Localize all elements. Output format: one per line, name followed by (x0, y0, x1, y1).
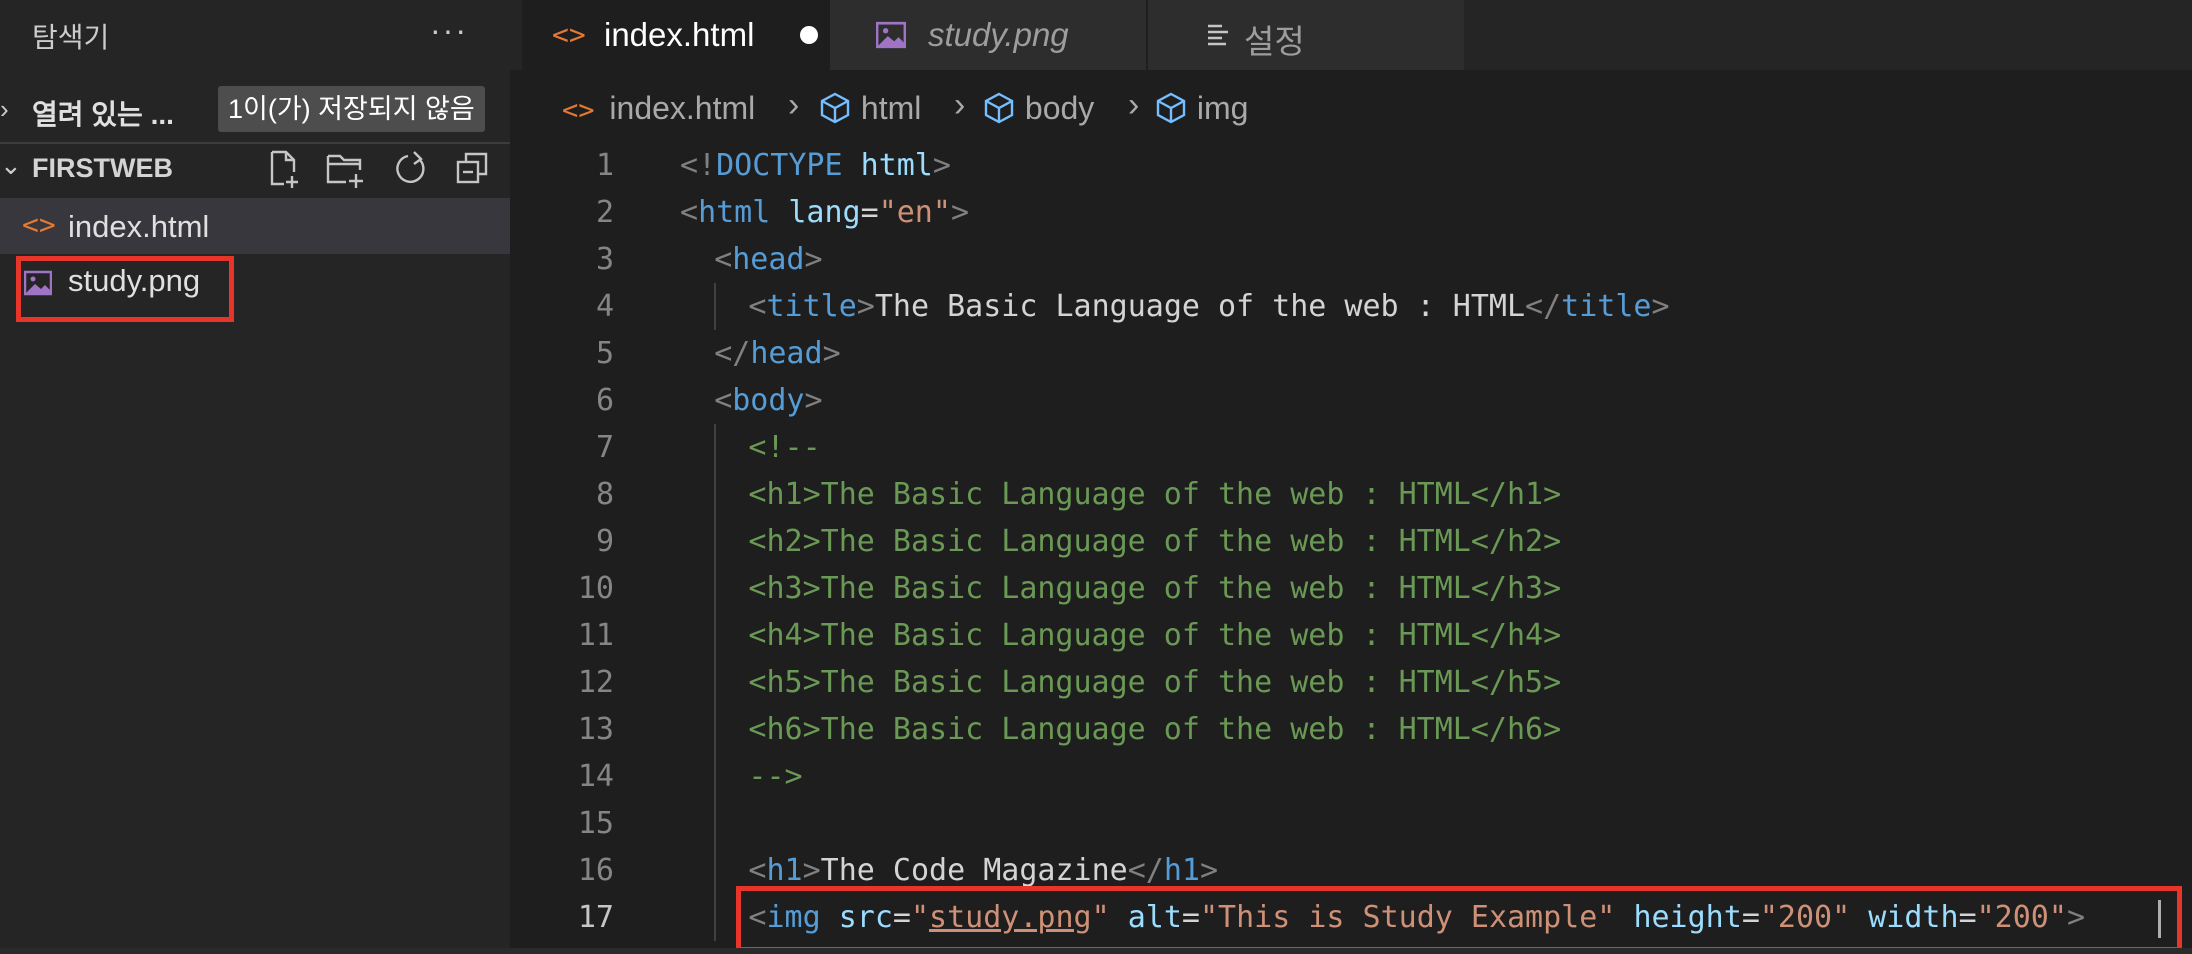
collapse-all-icon[interactable] (452, 148, 494, 190)
line-number: 6 (595, 383, 614, 418)
highlight-annotation-box (16, 256, 234, 322)
indent-guide (714, 283, 716, 330)
code-line[interactable]: 11 <h4>The Basic Language of the web : HT… (510, 612, 2192, 659)
text-cursor (2158, 900, 2161, 938)
line-number: 13 (577, 712, 614, 747)
tab-label[interactable]: study.png (928, 16, 1069, 54)
code-text[interactable]: <html lang="en"> (680, 189, 969, 236)
section-divider (0, 142, 510, 144)
code-line[interactable]: 4 <title>The Basic Language of the web : … (510, 283, 2192, 330)
breadcrumb-item-file[interactable]: <> index.html (562, 90, 755, 127)
breadcrumb-separator-icon: › (1128, 86, 1140, 124)
code-line[interactable]: 14 --> (510, 753, 2192, 800)
unsaved-count-badge: 1이(가) 저장되지 않음 (218, 86, 485, 132)
file-item-index-html[interactable]: <> index.html (0, 198, 510, 254)
breadcrumb-separator-icon: › (788, 86, 800, 124)
line-number: 9 (595, 524, 614, 559)
code-text[interactable]: <title>The Basic Language of the web : H… (748, 283, 1669, 330)
indent-guide (714, 424, 716, 941)
new-file-icon[interactable] (262, 148, 304, 190)
file-label[interactable]: index.html (68, 209, 209, 245)
breadcrumb-item-img[interactable]: img (1154, 90, 1248, 127)
highlight-annotation-box (736, 886, 2182, 952)
html-file-icon: <> (22, 208, 56, 241)
code-text[interactable]: <body> (714, 377, 822, 424)
symbol-element-icon (984, 92, 1014, 124)
code-text[interactable]: --> (748, 753, 802, 800)
symbol-element-icon (1156, 92, 1186, 124)
code-text[interactable]: <h6>The Basic Language of the web : HTML… (748, 706, 1561, 753)
code-text[interactable]: <head> (714, 236, 822, 283)
line-number: 5 (595, 336, 614, 371)
settings-list-icon (1206, 22, 1232, 48)
line-number: 17 (577, 900, 614, 935)
code-line[interactable]: 3 <head> (510, 236, 2192, 283)
explorer-sidebar: 탐색기 ··· › 열려 있는 ... 1이(가) 저장되지 않음 ⌄ FIRS… (0, 0, 510, 954)
breadcrumb-item-body[interactable]: body (982, 90, 1094, 127)
more-actions-icon[interactable]: ··· (430, 12, 468, 49)
line-number: 7 (595, 430, 614, 465)
code-line[interactable]: 10 <h3>The Basic Language of the web : HT… (510, 565, 2192, 612)
breadcrumb-label[interactable]: img (1197, 90, 1249, 126)
code-text[interactable]: <h1>The Basic Language of the web : HTML… (748, 471, 1561, 518)
line-number: 15 (577, 806, 614, 841)
breadcrumb-separator-icon: › (954, 86, 966, 124)
code-line[interactable]: 9 <h2>The Basic Language of the web : HTM… (510, 518, 2192, 565)
code-text[interactable]: <!-- (748, 424, 820, 471)
chevron-down-icon[interactable]: ⌄ (0, 150, 22, 181)
code-editor[interactable]: 1 <!DOCTYPE html> 2 <html lang="en"> 3 <head>… (510, 140, 2192, 954)
line-number: 3 (595, 242, 614, 277)
breadcrumb-label[interactable]: html (861, 90, 921, 126)
line-number: 14 (577, 759, 614, 794)
breadcrumb-label[interactable]: body (1025, 90, 1094, 126)
line-number: 1 (595, 148, 614, 183)
folder-label[interactable]: FIRSTWEB (32, 153, 173, 184)
open-editors-label[interactable]: 열려 있는 ... (32, 93, 174, 133)
html-file-icon: <> (562, 95, 595, 126)
line-number: 4 (595, 289, 614, 324)
tab-label[interactable]: index.html (604, 16, 754, 54)
code-line[interactable]: 13 <h6>The Basic Language of the web : HT… (510, 706, 2192, 753)
line-number: 11 (577, 618, 614, 653)
breadcrumb-label[interactable]: index.html (609, 90, 755, 126)
code-line[interactable]: 8 <h1>The Basic Language of the web : HTM… (510, 471, 2192, 518)
editor-tab-bar: <> index.html study.png 설정 (510, 0, 2192, 70)
explorer-title: 탐색기 (32, 22, 110, 53)
unsaved-dot-icon[interactable] (800, 26, 818, 44)
bottom-strip (0, 948, 2192, 954)
explorer-header: 탐색기 ··· (0, 0, 510, 70)
breadcrumb-item-html[interactable]: html (818, 90, 921, 127)
refresh-icon[interactable] (388, 148, 430, 190)
code-text[interactable]: </head> (714, 330, 840, 377)
code-line[interactable]: 1 <!DOCTYPE html> (510, 142, 2192, 189)
image-file-icon (875, 20, 907, 50)
line-number: 2 (595, 195, 614, 230)
line-number: 8 (595, 477, 614, 512)
code-line[interactable]: 15 (510, 800, 2192, 847)
html-file-icon: <> (552, 18, 586, 51)
tab-label[interactable]: 설정 (1244, 15, 1305, 63)
code-text[interactable]: <h4>The Basic Language of the web : HTML… (748, 612, 1561, 659)
code-line[interactable]: 7 <!-- (510, 424, 2192, 471)
code-line[interactable]: 6 <body> (510, 377, 2192, 424)
code-line[interactable]: 5 </head> (510, 330, 2192, 377)
code-text[interactable]: <!DOCTYPE html> (680, 142, 951, 189)
tab-settings[interactable]: 설정 (1148, 0, 1464, 70)
chevron-right-icon[interactable]: › (0, 94, 9, 125)
line-number: 10 (577, 571, 614, 606)
symbol-element-icon (820, 92, 850, 124)
code-text[interactable]: <h2>The Basic Language of the web : HTML… (748, 518, 1561, 565)
code-text[interactable]: <h5>The Basic Language of the web : HTML… (748, 659, 1561, 706)
line-number: 16 (577, 853, 614, 888)
new-folder-icon[interactable] (324, 148, 366, 190)
code-line[interactable]: 12 <h5>The Basic Language of the web : HT… (510, 659, 2192, 706)
line-number: 12 (577, 665, 614, 700)
folder-section-firstweb[interactable]: ⌄ FIRSTWEB (0, 148, 510, 188)
code-text[interactable]: <h3>The Basic Language of the web : HTML… (748, 565, 1561, 612)
tab-study-png[interactable]: study.png (830, 0, 1146, 70)
code-line[interactable]: 2 <html lang="en"> (510, 189, 2192, 236)
